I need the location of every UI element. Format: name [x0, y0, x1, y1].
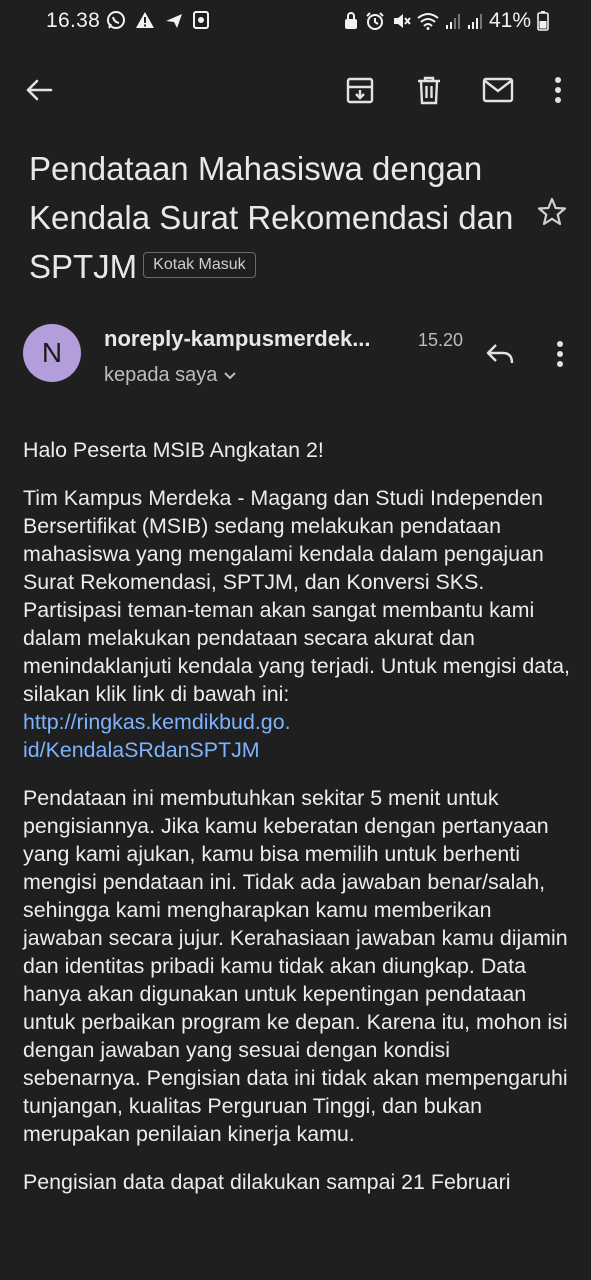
lock-icon — [343, 11, 359, 31]
body-paragraph-3: Pengisian data dapat dilakukan sampai 21… — [23, 1170, 511, 1194]
more-vert-icon — [556, 340, 564, 368]
email-body: Halo Peserta MSIB Angkatan 2! Tim Kampus… — [23, 436, 571, 1216]
signal-icon — [445, 12, 461, 30]
system-icons: 41% — [343, 9, 549, 33]
reply-button[interactable] — [480, 334, 520, 374]
delete-button[interactable] — [405, 58, 453, 122]
battery-percent: 41% — [488, 9, 531, 32]
star-icon — [537, 197, 567, 227]
back-arrow-icon — [25, 78, 53, 102]
warning-icon — [135, 11, 155, 29]
survey-link-line-2: id/KendalaSRdanSPTJM — [23, 738, 260, 762]
more-vert-icon — [554, 76, 562, 104]
signal-icon — [467, 12, 483, 30]
alarm-icon — [365, 11, 385, 31]
sender-name[interactable]: noreply-kampusmerdek... — [104, 326, 371, 352]
status-time: 16.38 — [46, 9, 101, 32]
whatsapp-icon — [106, 10, 126, 30]
body-paragraph-2: Pendataan ini membutuhkan sekitar 5 meni… — [23, 786, 568, 1146]
recipient-toggle[interactable]: kepada saya — [104, 364, 237, 387]
message-more-button[interactable] — [540, 334, 580, 374]
notification-icons — [106, 10, 209, 30]
battery-icon — [537, 11, 549, 31]
recipient-text: kepada saya — [104, 364, 218, 386]
plane-icon — [164, 10, 184, 30]
square-notif-icon — [193, 11, 209, 29]
email-subject: Pendataan Mahasiswa dengan Kendala Surat… — [29, 144, 519, 291]
archive-icon — [345, 75, 375, 105]
wifi-icon — [417, 12, 439, 30]
body-paragraph-1: Tim Kampus Merdeka - Magang dan Studi In… — [23, 484, 571, 764]
inbox-label-chip[interactable]: Kotak Masuk — [143, 252, 256, 279]
body-greeting: Halo Peserta MSIB Angkatan 2! — [23, 438, 324, 462]
archive-button[interactable] — [336, 58, 384, 122]
mail-icon — [482, 77, 514, 103]
mark-unread-button[interactable] — [474, 58, 522, 122]
trash-icon — [416, 75, 442, 105]
email-time: 15.20 — [418, 330, 464, 350]
email-toolbar — [0, 58, 591, 122]
star-button[interactable] — [537, 197, 577, 237]
chevron-down-icon — [223, 371, 237, 381]
avatar[interactable]: N — [23, 324, 81, 382]
status-bar: 16.38 41% — [0, 0, 591, 44]
more-options-button[interactable] — [534, 58, 582, 122]
mute-icon — [391, 11, 411, 31]
body-paragraph-1-text: Tim Kampus Merdeka - Magang dan Studi In… — [23, 486, 570, 706]
survey-link-line-1: http://ringkas.kemdikbud.go. — [23, 710, 291, 734]
subject-text: Pendataan Mahasiswa dengan Kendala Surat… — [29, 150, 514, 285]
survey-link[interactable]: http://ringkas.kemdikbud.go. id/KendalaSR… — [23, 708, 571, 764]
back-button[interactable] — [15, 58, 63, 122]
reply-icon — [485, 342, 515, 366]
